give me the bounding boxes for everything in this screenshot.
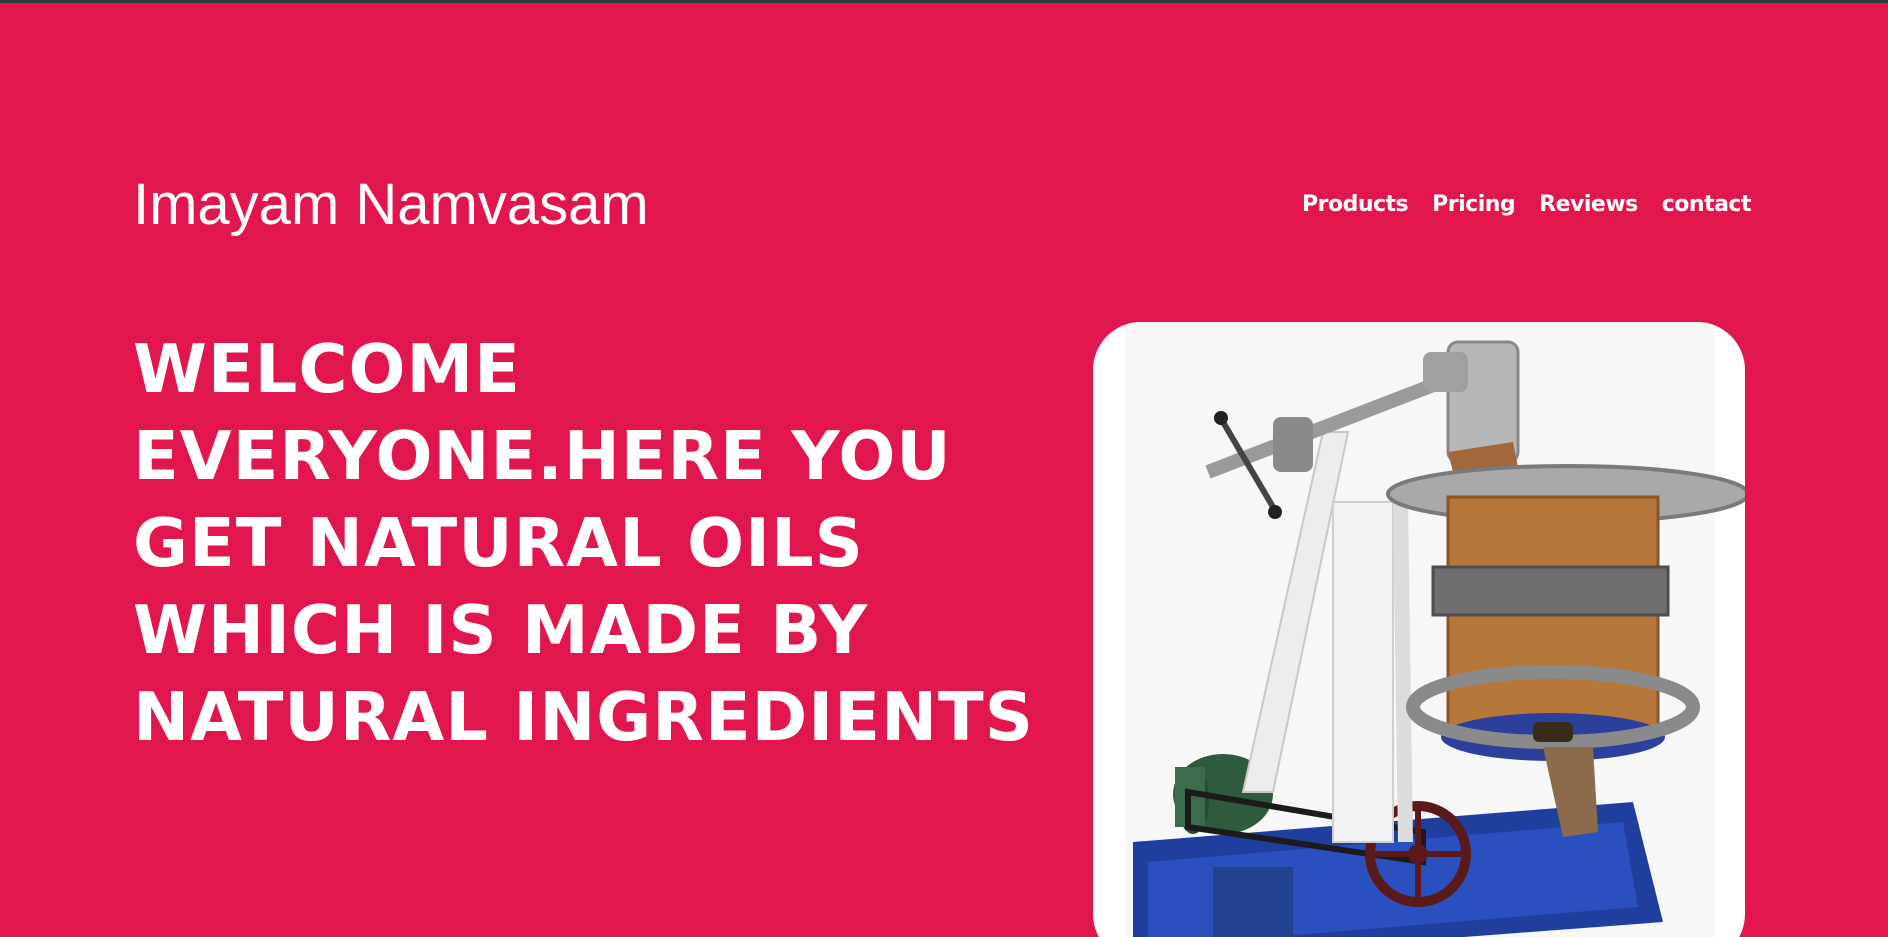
nav-link-contact[interactable]: contact [1662,190,1752,220]
main-nav: Products Pricing Reviews contact [1302,190,1752,220]
nav-link-pricing[interactable]: Pricing [1432,190,1516,220]
hero-headline: WELCOME EVERYONE.HERE YOU GET NATURAL OI… [133,330,1034,756]
site-logo-text[interactable]: Imayam Namvasam [133,170,649,240]
oil-press-machine-image [1133,340,1745,937]
hero-image-card [1093,322,1745,937]
nav-link-reviews[interactable]: Reviews [1539,190,1638,220]
top-border [0,0,1888,3]
nav-link-products[interactable]: Products [1302,190,1409,220]
